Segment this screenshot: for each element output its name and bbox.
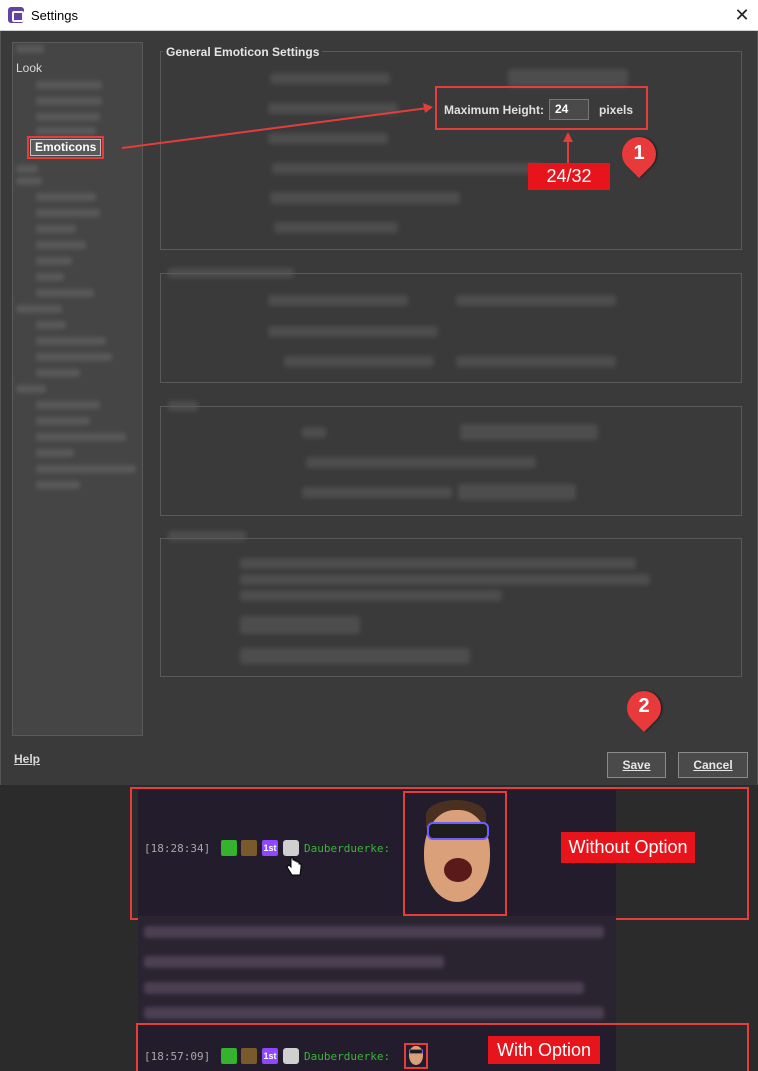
emote-mouth <box>444 858 472 882</box>
first-badge-icon: 1st <box>262 840 278 856</box>
with-option-label: With Option <box>488 1036 600 1064</box>
emote-badge-icon <box>283 1048 299 1064</box>
height-values-callout: 24/32 <box>528 163 610 190</box>
sword-badge-icon <box>221 1048 237 1064</box>
small-sunglasses-icon <box>409 1049 423 1054</box>
without-option-label: Without Option <box>561 832 695 863</box>
hat-badge-icon <box>241 840 257 856</box>
help-link[interactable]: Help <box>14 752 40 766</box>
hat-badge-icon <box>241 1048 257 1064</box>
hand-cursor-icon <box>286 857 302 876</box>
emote-badge-icon <box>283 840 299 856</box>
sunglasses-icon <box>427 822 489 840</box>
cancel-button[interactable]: Cancel <box>678 752 748 778</box>
settings-screenshot: { "window": { "title": "Settings", "clos… <box>0 0 758 1071</box>
chat-timestamp: [18:28:34] <box>144 842 211 855</box>
blurred-chat-row <box>144 1007 604 1019</box>
blurred-chat-row <box>144 926 604 938</box>
blurred-chat-row <box>144 982 584 994</box>
arrow-emoticons-to-max-height <box>121 107 429 149</box>
chat-timestamp: [18:57:09] <box>144 1050 211 1063</box>
first-badge-icon: 1st <box>262 1048 278 1064</box>
step-2-label: 2 <box>638 695 650 717</box>
arrow-head <box>423 103 433 113</box>
sword-badge-icon <box>221 840 237 856</box>
chat-username[interactable]: Dauberduerke: <box>304 842 390 855</box>
blurred-chat-row <box>144 956 444 968</box>
chat-username[interactable]: Dauberduerke: <box>304 1050 390 1063</box>
step-1-label: 1 <box>633 142 645 164</box>
arrow-head <box>563 132 573 142</box>
save-button[interactable]: Save <box>607 752 666 778</box>
